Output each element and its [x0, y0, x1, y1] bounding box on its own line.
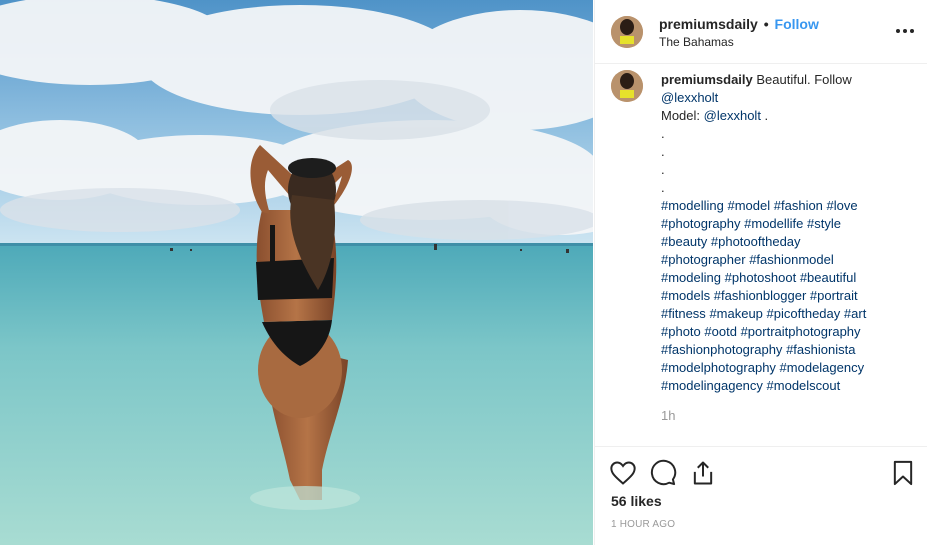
hashtag-line: #modelphotography #modelagency — [661, 359, 911, 377]
avatar[interactable] — [611, 16, 643, 48]
username-link[interactable]: premiumsdaily — [659, 16, 758, 32]
comment-timestamp: 1h — [661, 408, 676, 423]
hashtag-line: #models #fashionblogger #portrait — [661, 287, 911, 305]
post-timestamp: 1 HOUR AGO — [611, 519, 676, 530]
hashtag-link[interactable]: #portraitphotography — [741, 324, 861, 339]
hashtag-link[interactable]: #beauty — [661, 234, 707, 249]
hashtag-link[interactable]: #modelscout — [767, 378, 841, 393]
dot-line: . — [661, 144, 665, 159]
more-options-icon[interactable] — [896, 22, 914, 40]
dot-line: . — [661, 180, 665, 195]
post-header: premiumsdaily • Follow The Bahamas — [595, 0, 927, 64]
hashtag-link[interactable]: #fashionphotography — [661, 342, 782, 357]
hashtag-link[interactable]: #fashionblogger — [714, 288, 807, 303]
hashtag-link[interactable]: #art — [844, 306, 866, 321]
hashtag-link[interactable]: #fashionista — [786, 342, 855, 357]
dot-line: . — [661, 126, 665, 141]
hashtag-line: #modelling #model #fashion #love — [661, 197, 911, 215]
hashtag-link[interactable]: #model — [728, 198, 771, 213]
hashtag-line: #modelingagency #modelscout — [661, 377, 911, 395]
comment-icon[interactable] — [649, 459, 677, 487]
mention-link[interactable]: @lexxholt — [661, 90, 718, 105]
hashtag-line: #beauty #photooftheday — [661, 233, 911, 251]
avatar-image — [611, 16, 643, 48]
hashtag-line: #fashionphotography #fashionista — [661, 341, 911, 359]
caption-text: premiumsdaily Beautiful. Follow @lexxhol… — [661, 71, 911, 395]
hashtag-line: #photo #ootd #portraitphotography — [661, 323, 911, 341]
caption-text-1: Beautiful. Follow — [756, 72, 852, 87]
bookmark-icon[interactable] — [889, 459, 917, 487]
avatar[interactable] — [611, 70, 643, 102]
hashtag-link[interactable]: #models — [661, 288, 710, 303]
model-label: Model: — [661, 108, 701, 123]
caption-comment: premiumsdaily Beautiful. Follow @lexxhol… — [595, 64, 927, 444]
post-side-panel: premiumsdaily • Follow The Bahamas premi… — [594, 0, 927, 545]
hashtag-list: #modelling #model #fashion #love #photogr… — [661, 197, 911, 395]
hashtag-link[interactable]: #photo — [661, 324, 701, 339]
hashtag-link[interactable]: #photographer — [661, 252, 746, 267]
model-suffix: . — [760, 108, 769, 123]
hashtag-link[interactable]: #portrait — [810, 288, 858, 303]
hashtag-line: #fitness #makeup #picoftheday #art — [661, 305, 911, 323]
separator-dot: • — [763, 16, 769, 32]
hashtag-link[interactable]: #makeup — [709, 306, 762, 321]
hashtag-link[interactable]: #fashionmodel — [749, 252, 834, 267]
location-link[interactable]: The Bahamas — [659, 35, 734, 49]
beach-photo-image — [0, 0, 593, 545]
hashtag-link[interactable]: #modelagency — [780, 360, 865, 375]
heart-icon[interactable] — [609, 459, 637, 487]
hashtag-line: #modeling #photoshoot #beautiful — [661, 269, 911, 287]
avatar-image — [611, 70, 643, 102]
hashtag-link[interactable]: #love — [827, 198, 858, 213]
hashtag-line: #photographer #fashionmodel — [661, 251, 911, 269]
hashtag-link[interactable]: #fashion — [774, 198, 823, 213]
hashtag-link[interactable]: #style — [807, 216, 841, 231]
dot-line: . — [661, 162, 665, 177]
hashtag-link[interactable]: #beautiful — [800, 270, 856, 285]
hashtag-link[interactable]: #fitness — [661, 306, 706, 321]
hashtag-link[interactable]: #modelingagency — [661, 378, 763, 393]
like-count[interactable]: 56 likes — [611, 493, 662, 509]
hashtag-link[interactable]: #modelling — [661, 198, 724, 213]
hashtag-link[interactable]: #modeling — [661, 270, 721, 285]
hashtag-link[interactable]: #picoftheday — [767, 306, 841, 321]
mention-link[interactable]: @lexxholt — [704, 108, 761, 123]
hashtag-link[interactable]: #modelphotography — [661, 360, 776, 375]
hashtag-link[interactable]: #ootd — [704, 324, 737, 339]
hashtag-link[interactable]: #photography — [661, 216, 741, 231]
post-author: premiumsdaily • Follow — [659, 16, 819, 32]
caption-username[interactable]: premiumsdaily — [661, 72, 753, 87]
action-bar: 56 likes 1 HOUR AGO — [595, 446, 927, 546]
hashtag-link[interactable]: #photooftheday — [711, 234, 801, 249]
post-photo[interactable] — [0, 0, 593, 545]
share-icon[interactable] — [689, 459, 717, 487]
hashtag-link[interactable]: #photoshoot — [725, 270, 797, 285]
follow-button[interactable]: Follow — [775, 16, 819, 32]
hashtag-link[interactable]: #modellife — [744, 216, 803, 231]
instagram-post: premiumsdaily • Follow The Bahamas premi… — [0, 0, 927, 545]
hashtag-line: #photography #modellife #style — [661, 215, 911, 233]
